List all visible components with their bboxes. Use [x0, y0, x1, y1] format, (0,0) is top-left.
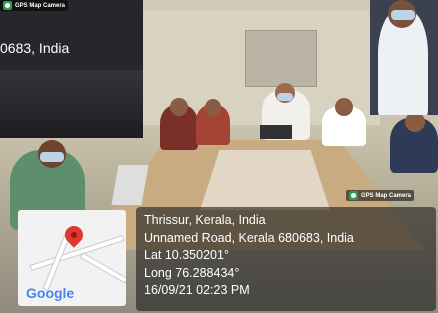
inset-shadow	[0, 70, 143, 138]
gps-camera-label: GPS Map Camera	[361, 192, 412, 199]
address-fragment: 0683, India	[0, 40, 70, 56]
map-thumbnail: Google	[18, 210, 126, 306]
attendee-head	[405, 112, 425, 132]
inset-photo-left: GPS Map Camera 0683, India	[0, 0, 143, 138]
gps-camera-badge: GPS Map Camera	[346, 190, 415, 201]
attendee-head	[205, 99, 221, 116]
camera-icon	[349, 191, 358, 200]
face-mask	[277, 93, 293, 101]
attendee-head	[335, 98, 353, 116]
address-line: Unnamed Road, Kerala 680683, India	[144, 230, 354, 245]
inset-photo-right	[370, 0, 438, 115]
face-mask	[40, 152, 64, 162]
location-details: Thrissur, Kerala, India Unnamed Road, Ke…	[144, 212, 354, 300]
datetime-line: 16/09/21 02:23 PM	[144, 283, 250, 297]
map-road	[79, 252, 126, 284]
photo-collage: GPS Map Camera 0683, India GPS Map Camer…	[0, 0, 438, 313]
gps-camera-label: GPS Map Camera	[15, 2, 66, 9]
google-logo: Google	[26, 285, 75, 301]
table-center	[200, 150, 330, 210]
gps-camera-badge: GPS Map Camera	[0, 0, 69, 11]
camera-icon	[3, 1, 12, 10]
latitude-line: Lat 10.350201°	[144, 248, 229, 262]
longitude-line: Long 76.288434°	[144, 265, 240, 280]
laptop	[260, 125, 292, 139]
city-line: Thrissur, Kerala, India	[144, 213, 266, 227]
location-info-panel: Thrissur, Kerala, India Unnamed Road, Ke…	[136, 207, 436, 311]
face-mask	[391, 10, 415, 20]
attendee-head	[170, 98, 188, 116]
wall-screen	[245, 30, 317, 87]
